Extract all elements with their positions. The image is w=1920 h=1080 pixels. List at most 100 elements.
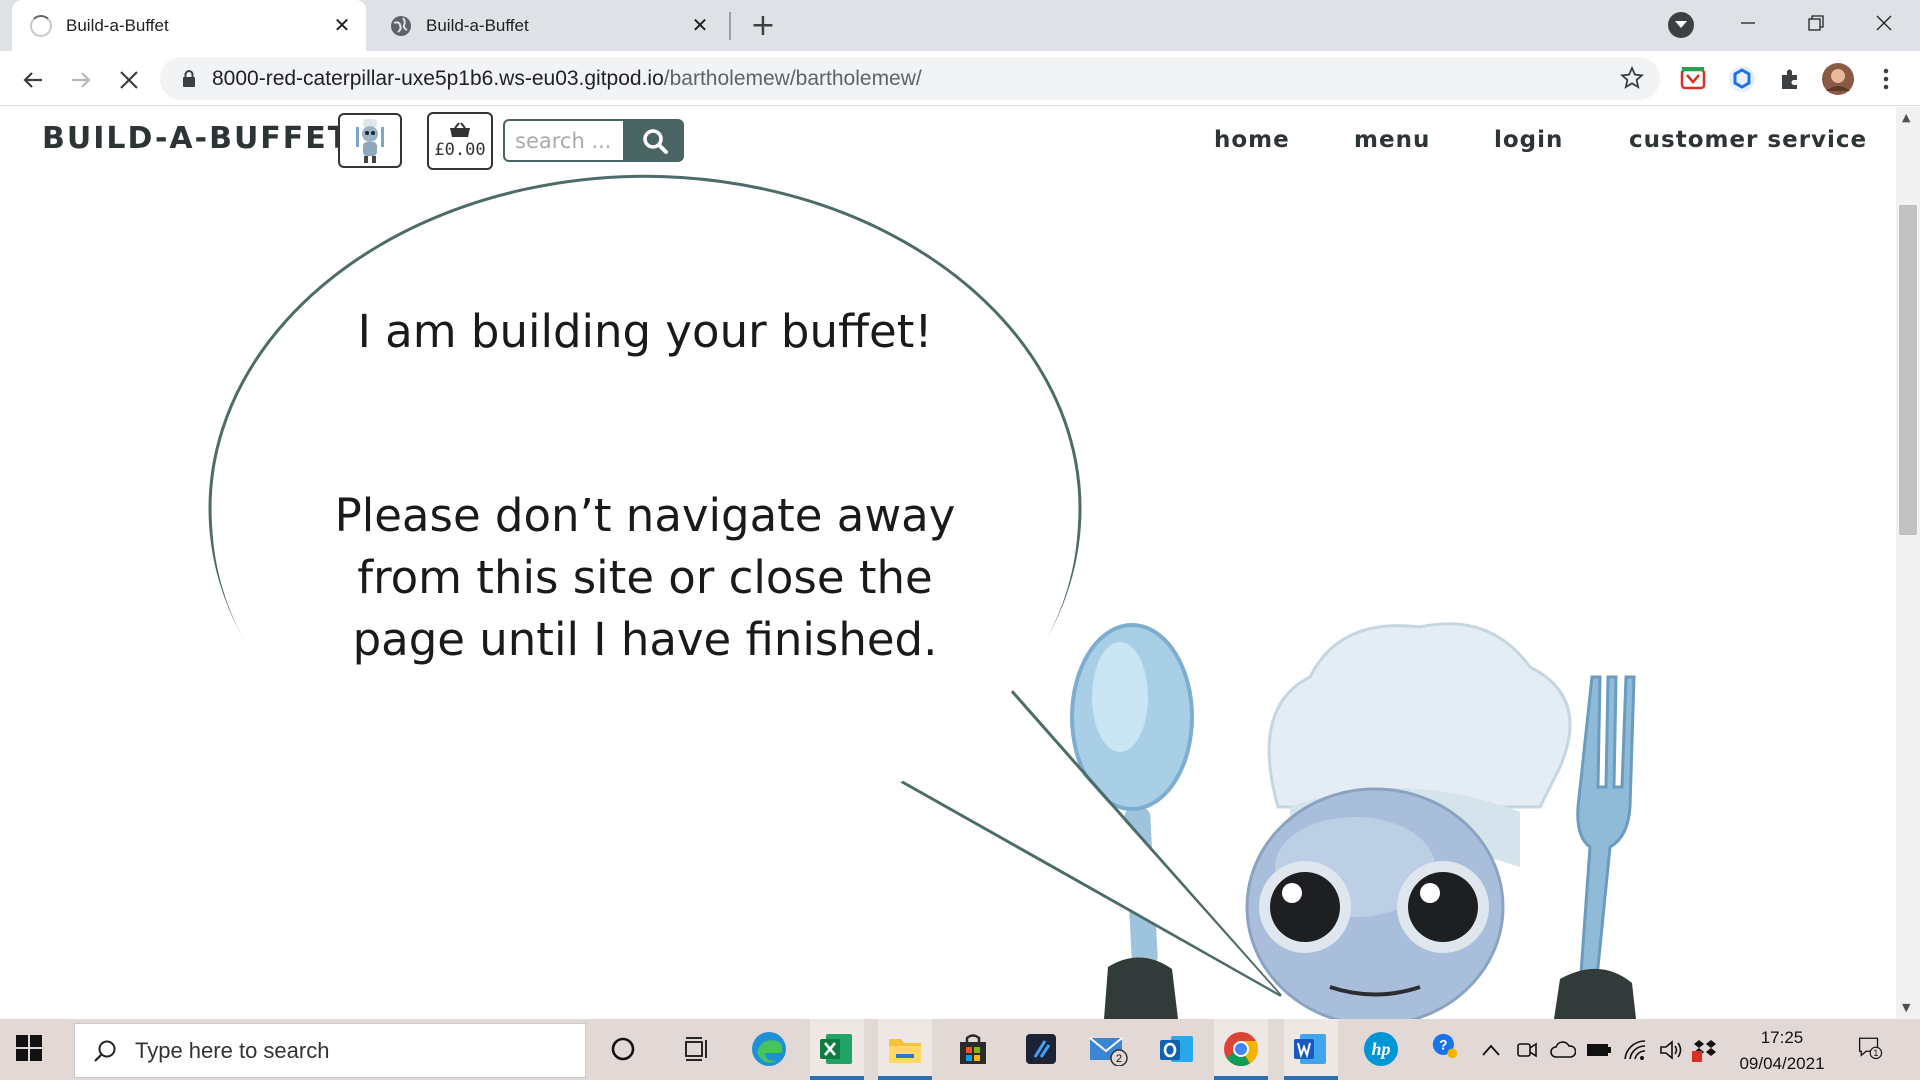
url-text: 8000-red-caterpillar-uxe5p1b6.ws-eu03.gi… [212,67,922,91]
hexagon-icon [1729,66,1755,92]
page-viewport: BUILD-A-BUFFET £0.00 search ... home men… [0,107,1896,1019]
task-view-button[interactable] [676,1029,716,1069]
store-bag-icon [960,1034,986,1064]
globe-icon [391,15,411,36]
taskbar-chrome[interactable] [1221,1029,1261,1069]
stop-loading-button[interactable] [112,63,146,97]
camera-icon [1517,1042,1537,1058]
taskbar-excel[interactable] [817,1029,857,1069]
folder-icon [889,1039,921,1063]
minimize-button[interactable] [1728,6,1768,40]
speaker-icon [1660,1040,1682,1060]
help-icon: ? [1432,1033,1458,1059]
close-icon [120,71,138,89]
tray-battery[interactable] [1586,1037,1612,1063]
bubble-message-secondary: Please don’t navigate away from this sit… [334,489,956,666]
task-view-icon [685,1037,707,1061]
cloud-icon [1550,1041,1576,1058]
profile-button[interactable] [1822,63,1854,95]
taskbar-store[interactable] [953,1029,993,1069]
tab-inactive[interactable]: Build-a-Buffet ✕ [378,0,724,51]
tray-volume[interactable] [1658,1037,1684,1063]
action-center-button[interactable]: 1 [1858,1035,1884,1061]
restore-button[interactable] [1796,6,1836,40]
tray-meet[interactable] [1514,1037,1540,1063]
excel-icon [820,1034,852,1064]
puzzle-icon [1782,69,1797,89]
chevron-down-icon [1675,21,1687,28]
tray-overflow[interactable] [1478,1037,1504,1063]
taskbar-file-explorer[interactable] [885,1029,925,1069]
hp-logo-icon: hp [1364,1032,1398,1066]
extension-hex-button[interactable] [1726,63,1758,95]
url-host: 8000-red-caterpillar-uxe5p1b6.ws-eu03.gi… [212,66,664,90]
address-bar[interactable]: 8000-red-caterpillar-uxe5p1b6.ws-eu03.gi… [160,57,1660,100]
excel-active-indicator [810,1076,864,1080]
mail-icon: 2 [1089,1037,1128,1066]
tab-separator [729,12,731,40]
taskbar-vscode[interactable] [1021,1029,1061,1069]
forward-button[interactable] [64,63,98,97]
new-tab-button[interactable]: + [748,8,778,43]
extension-shield-button[interactable] [1677,63,1709,95]
url-path: /bartholemew/bartholemew/ [663,66,922,90]
start-button[interactable] [16,1035,42,1065]
scrollbar-thumb[interactable] [1899,205,1917,535]
taskbar-mail[interactable]: 2 [1089,1029,1129,1069]
notification-icon: 1 [1858,1037,1883,1060]
tray-help[interactable]: ? [1432,1033,1458,1059]
restore-icon [1808,15,1824,31]
search-icon [94,1040,116,1062]
avatar [1822,63,1854,95]
bubble-message-primary: I am building your buffet! [357,305,933,358]
scroll-down-icon[interactable]: ▼ [1902,1001,1910,1014]
windows-logo-icon [16,1035,42,1061]
extensions-button[interactable] [1774,63,1806,95]
minimize-icon [1741,22,1755,24]
word-icon [1294,1034,1326,1064]
clock-time: 17:25 [1760,1028,1804,1047]
tab-title: Build-a-Buffet [426,15,529,35]
chrome-menu-button[interactable] [1870,63,1902,95]
svg-text:hp: hp [1371,1039,1390,1059]
taskbar-word[interactable] [1291,1029,1331,1069]
tray-wifi[interactable] [1622,1037,1648,1063]
robot-head-illustration [1245,787,1505,1019]
code-editor-icon [1026,1034,1056,1064]
mail-badge-count: 2 [1116,1053,1122,1065]
page-scrollbar[interactable]: ▲ ▼ [1896,107,1920,1019]
edge-icon [752,1032,786,1066]
chrome-icon [1224,1032,1259,1067]
tab-active[interactable]: Build-a-Buffet ✕ [12,0,366,51]
outlook-icon [1160,1036,1193,1062]
wifi-icon [1624,1040,1646,1060]
browser-tab-strip: Build-a-Buffet ✕ Build-a-Buffet ✕ + [0,0,1920,51]
clock-date: 09/04/2021 [1739,1054,1825,1073]
cortana-icon [611,1037,635,1061]
arrow-left-icon [23,72,42,88]
taskbar-edge[interactable] [749,1029,789,1069]
cortana-button[interactable] [603,1029,643,1069]
scroll-up-icon[interactable]: ▲ [1902,111,1910,124]
taskbar-search-box[interactable]: Type here to search [74,1023,586,1078]
tab-close-icon[interactable]: ✕ [328,12,356,40]
browser-toolbar: 8000-red-caterpillar-uxe5p1b6.ws-eu03.gi… [0,51,1920,106]
tab-title: Build-a-Buffet [66,15,169,35]
tray-onedrive[interactable] [1550,1037,1576,1063]
taskbar-outlook[interactable] [1157,1029,1197,1069]
close-window-button[interactable] [1864,6,1904,40]
taskbar-search-placeholder: Type here to search [135,1037,330,1063]
battery-icon [1587,1044,1611,1056]
tab-close-icon[interactable]: ✕ [686,12,714,40]
explorer-active-indicator [878,1076,932,1080]
kebab-menu-icon [1883,68,1889,90]
back-button[interactable] [16,63,50,97]
loading-spinner-icon [30,14,52,37]
star-icon[interactable] [1620,66,1644,90]
tab-search-button[interactable] [1668,12,1694,38]
arrow-right-icon [72,72,91,88]
taskbar-hp[interactable]: hp [1361,1029,1401,1069]
taskbar-clock[interactable]: 17:25 09/04/2021 [1712,1025,1852,1077]
chevron-up-icon [1482,1044,1500,1056]
red-shield-icon [1680,67,1706,90]
